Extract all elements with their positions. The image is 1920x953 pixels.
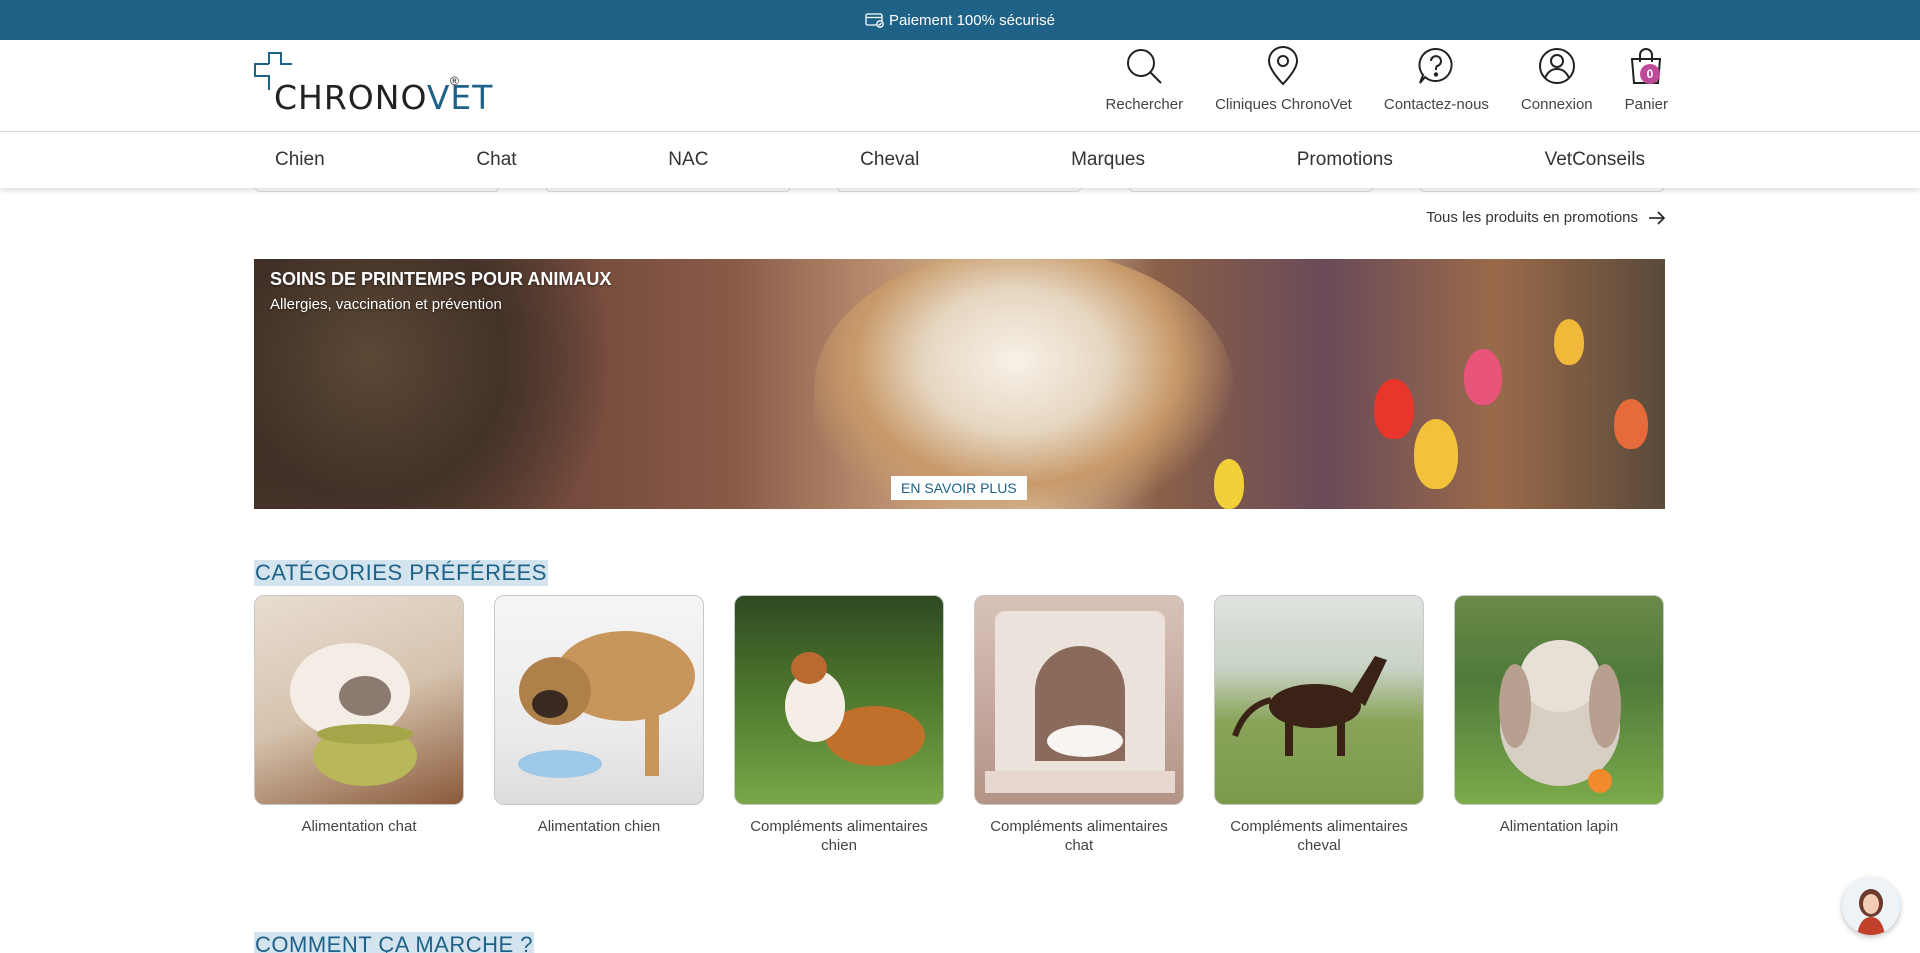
chat-assistant-button[interactable] xyxy=(1842,877,1900,935)
nav-item-nac[interactable]: NAC xyxy=(648,149,728,171)
learn-more-button[interactable]: EN SAVOIR PLUS xyxy=(891,476,1027,500)
login-label: Connexion xyxy=(1520,96,1593,113)
banner-flower xyxy=(1374,379,1414,439)
user-icon xyxy=(1538,48,1575,84)
assistant-avatar-icon xyxy=(1857,889,1885,935)
cat-tree-image xyxy=(974,595,1184,805)
horse-running-image xyxy=(1214,595,1424,805)
category-label: Alimentation chat xyxy=(301,818,417,835)
banner-flower xyxy=(1414,419,1458,489)
all-promotions-link[interactable]: Tous les produits en promotions xyxy=(1426,209,1666,226)
contact-button[interactable]: Contactez-nous xyxy=(1384,40,1489,132)
banner-flower xyxy=(1464,349,1502,405)
category-card-horse-supplements[interactable]: Compléments alimentaires cheval xyxy=(1214,595,1424,855)
category-card-rabbit-food[interactable]: Alimentation lapin xyxy=(1454,595,1664,836)
search-label: Rechercher xyxy=(1105,96,1184,113)
dogs-illustration xyxy=(785,652,925,766)
banner-dog-image xyxy=(814,259,1234,509)
arrow-right-icon xyxy=(1649,210,1666,225)
favorite-categories-list: Alimentation chat Alimentation chien Com… xyxy=(254,595,1665,865)
cart-count-badge: 0 xyxy=(1640,64,1660,84)
site-header: CHRONOVET ® Rechercher Cliniques ChronoV… xyxy=(0,40,1920,132)
search-button[interactable]: Rechercher xyxy=(1105,40,1184,132)
category-label: Compléments alimentaires chat xyxy=(990,818,1168,854)
rabbit-image xyxy=(1454,595,1664,805)
cat-eating-image xyxy=(254,595,464,805)
category-card-cat-supplements[interactable]: Compléments alimentaires chat xyxy=(974,595,1184,855)
category-label: Compléments alimentaires chien xyxy=(750,818,928,854)
banner-flower xyxy=(1614,399,1648,449)
clinics-button[interactable]: Cliniques ChronoVet xyxy=(1215,40,1352,132)
main-navigation: Chien Chat NAC Cheval Marques Promotions… xyxy=(0,132,1920,188)
secure-card-icon xyxy=(865,13,884,28)
category-card-dog-supplements[interactable]: Compléments alimentaires chien xyxy=(734,595,944,855)
login-button[interactable]: Connexion xyxy=(1521,40,1593,132)
contact-label: Contactez-nous xyxy=(1383,96,1489,113)
nav-item-chien[interactable]: Chien xyxy=(255,149,345,171)
banner-subtitle: Allergies, vaccination et prévention xyxy=(270,296,502,313)
nav-item-marques[interactable]: Marques xyxy=(1051,149,1165,171)
dog-illustration xyxy=(518,631,695,778)
location-pin-icon xyxy=(1268,46,1299,86)
cart-button[interactable]: 0 Panier xyxy=(1625,40,1668,132)
help-chat-icon xyxy=(1418,47,1453,84)
banner-flower xyxy=(1214,459,1244,509)
search-icon xyxy=(1127,49,1163,84)
nav-item-vetconseils[interactable]: VetConseils xyxy=(1525,149,1665,171)
category-card-cat-food[interactable]: Alimentation chat xyxy=(254,595,464,836)
secure-payment-text: Paiement 100% sécurisé xyxy=(889,11,1055,29)
dog-eating-image xyxy=(494,595,704,805)
nav-item-promotions[interactable]: Promotions xyxy=(1277,149,1413,171)
chronovet-logo[interactable]: CHRONOVET ® xyxy=(254,52,492,117)
category-card-dog-food[interactable]: Alimentation chien xyxy=(494,595,704,836)
all-promotions-label: Tous les produits en promotions xyxy=(1426,209,1638,226)
cat-tree-illustration xyxy=(985,611,1175,793)
cat-illustration xyxy=(290,643,417,786)
favorite-categories-title: CATÉGORIES PRÉFÉRÉES xyxy=(254,560,548,586)
logo-registered-mark: ® xyxy=(450,74,459,88)
nav-item-cheval[interactable]: Cheval xyxy=(840,149,939,171)
spring-care-banner[interactable]: SOINS DE PRINTEMPS POUR ANIMAUX Allergie… xyxy=(254,259,1665,509)
category-label: Alimentation lapin xyxy=(1499,818,1619,835)
secure-payment-bar: Paiement 100% sécurisé xyxy=(0,0,1920,40)
banner-title: SOINS DE PRINTEMPS POUR ANIMAUX xyxy=(270,269,612,289)
dogs-playing-image xyxy=(734,595,944,805)
nav-item-chat[interactable]: Chat xyxy=(456,149,536,171)
horse-illustration xyxy=(1232,656,1387,756)
how-it-works-title: COMMENT ÇA MARCHE ? xyxy=(254,932,535,953)
category-label: Compléments alimentaires cheval xyxy=(1230,818,1408,854)
cart-label: Panier xyxy=(1624,96,1668,113)
logo-text: CHRONOVET xyxy=(274,78,494,117)
rabbit-illustration xyxy=(1499,640,1621,793)
header-actions: Rechercher Cliniques ChronoVet Contactez… xyxy=(1074,40,1668,132)
category-label: Alimentation chien xyxy=(537,818,661,835)
clinics-label: Cliniques ChronoVet xyxy=(1215,96,1352,113)
banner-flower xyxy=(1554,319,1584,365)
